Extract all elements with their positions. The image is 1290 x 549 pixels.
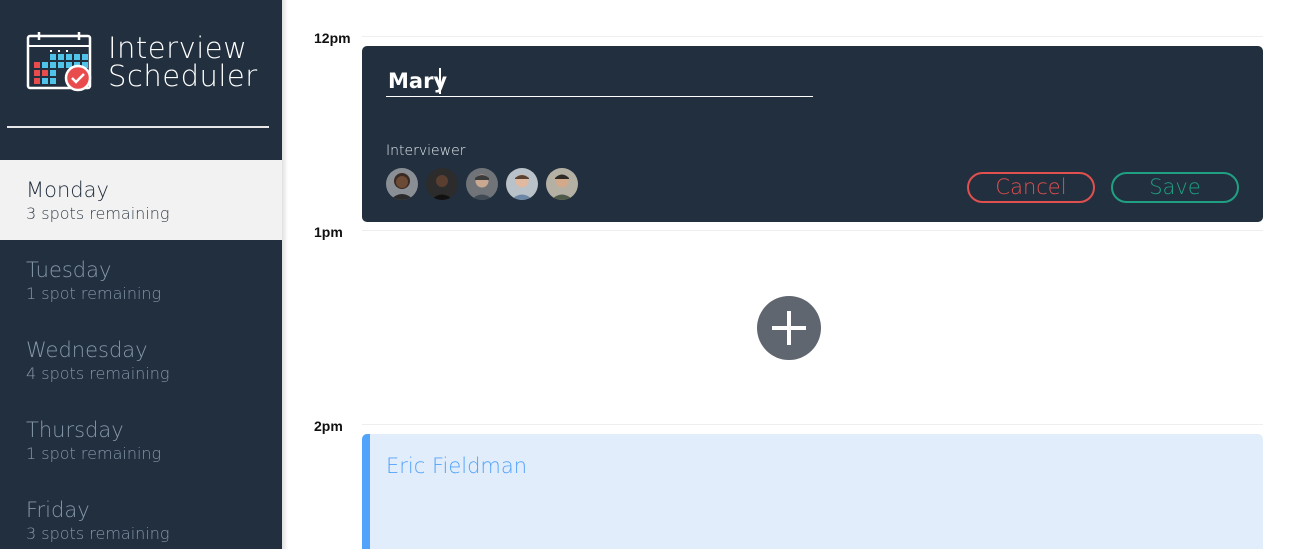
cancel-button[interactable]: Cancel (967, 172, 1095, 203)
day-name: Tuesday (26, 258, 112, 282)
text-caret (439, 68, 441, 94)
day-name: Friday (26, 498, 90, 522)
save-button[interactable]: Save (1111, 172, 1239, 203)
day-spots: 1 spot remaining (26, 444, 162, 463)
brand: Interview Scheduler (26, 30, 258, 94)
day-list: Monday 3 spots remaining Tuesday 1 spot … (0, 160, 282, 549)
appointment-card[interactable]: Eric Fieldman (362, 434, 1263, 549)
hour-divider (362, 424, 1263, 425)
interviewer-avatar-1[interactable] (386, 168, 418, 200)
day-item-thursday[interactable]: Thursday 1 spot remaining (0, 400, 282, 480)
day-item-wednesday[interactable]: Wednesday 4 spots remaining (0, 320, 282, 400)
time-label-2pm: 2pm (314, 418, 343, 434)
day-name: Monday (26, 178, 109, 202)
interviewer-list (386, 168, 578, 200)
app-title-line1: Interview (108, 31, 248, 65)
day-spots: 1 spot remaining (26, 284, 162, 303)
student-name-input[interactable] (386, 66, 813, 97)
add-appointment-button[interactable] (757, 296, 821, 360)
hour-divider (362, 36, 1263, 37)
interviewer-avatar-3[interactable] (466, 168, 498, 200)
sidebar-shadow (282, 0, 288, 549)
day-spots: 4 spots remaining (26, 364, 170, 383)
sidebar-divider (7, 126, 269, 128)
time-label-12pm: 12pm (314, 30, 351, 46)
plus-icon (772, 311, 806, 345)
interviewer-label: Interviewer (386, 143, 466, 159)
sidebar: Interview Scheduler Monday 3 spots remai… (0, 0, 282, 549)
day-item-tuesday[interactable]: Tuesday 1 spot remaining (0, 240, 282, 320)
day-name: Wednesday (26, 338, 148, 362)
day-spots: 3 spots remaining (26, 204, 170, 223)
time-label-1pm: 1pm (314, 224, 343, 240)
appointment-accent-bar (362, 434, 370, 549)
appointment-form: Interviewer Cancel Save (362, 46, 1263, 222)
day-item-friday[interactable]: Friday 3 spots remaining (0, 480, 282, 549)
hour-divider (362, 230, 1263, 231)
app-title: Interview Scheduler (108, 31, 258, 93)
calendar-logo-icon (26, 32, 92, 92)
appointment-student-name: Eric Fieldman (386, 454, 528, 478)
day-name: Thursday (26, 418, 124, 442)
interviewer-avatar-5[interactable] (546, 168, 578, 200)
interviewer-avatar-4[interactable] (506, 168, 538, 200)
day-item-monday[interactable]: Monday 3 spots remaining (0, 160, 282, 240)
interviewer-avatar-2[interactable] (426, 168, 458, 200)
day-spots: 3 spots remaining (26, 524, 170, 543)
app-title-line2: Scheduler (108, 59, 258, 93)
